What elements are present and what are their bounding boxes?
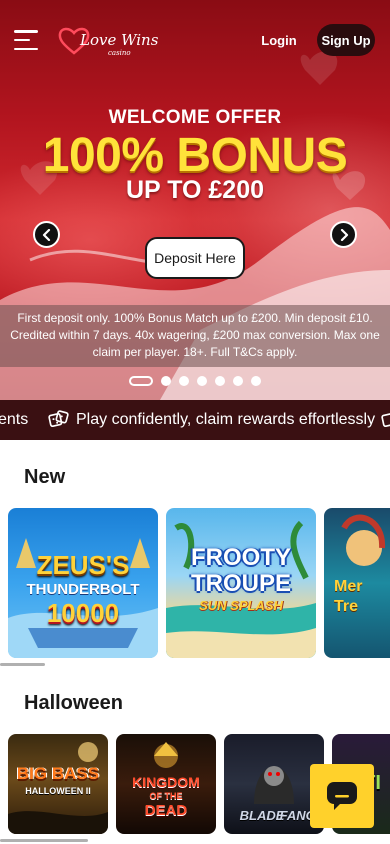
- carousel-dot-3[interactable]: [179, 376, 189, 386]
- login-button[interactable]: Login: [258, 28, 300, 52]
- halloween-row-scrollbar[interactable]: [0, 839, 88, 842]
- game-title-line: HALLOWEEN II: [25, 786, 91, 796]
- chevron-right-icon: [340, 228, 348, 241]
- menu-icon[interactable]: [14, 30, 38, 50]
- new-row-scrollbar[interactable]: [0, 663, 45, 666]
- live-chat-button[interactable]: [310, 764, 374, 828]
- offer-amount: UP TO £200: [125, 176, 265, 204]
- carousel-next-button[interactable]: [330, 221, 357, 248]
- offer-bonus: 100% BONUS: [42, 129, 348, 182]
- game-title-line: DEAD: [144, 802, 188, 819]
- game-title-line: ZEUS'S: [36, 550, 130, 580]
- carousel-prev-button[interactable]: [33, 221, 60, 248]
- game-title-line: 10000: [46, 598, 120, 628]
- site-logo[interactable]: Love Wins casino: [58, 22, 158, 62]
- carousel-dot-5[interactable]: [215, 376, 225, 386]
- offer-terms: First deposit only. 100% Bonus Match up …: [0, 305, 390, 367]
- ticker-item: [381, 400, 390, 440]
- promo-ticker: ents Play confidently, claim rewards eff…: [0, 400, 390, 440]
- game-art: [8, 742, 108, 834]
- offer-heading: WELCOME OFFER: [108, 107, 282, 128]
- new-games-row[interactable]: ZEUS'S THUNDERBOLT 10000 FROOTY TROUPE S…: [0, 508, 390, 668]
- game-title-line: THUNDERBOLT: [26, 581, 140, 598]
- logo-text: Love Wins: [80, 31, 159, 49]
- ticker-item: ents: [0, 411, 29, 428]
- ticker-text: Play confidently, claim rewards effortle…: [76, 411, 376, 428]
- game-title-line: FROOTY: [191, 544, 291, 571]
- carousel-pagination: [129, 376, 261, 386]
- game-tile-mermaid-treasure[interactable]: Mer Tre: [324, 508, 390, 658]
- game-tile-blade-and-fangs[interactable]: BLADE FANGS: [224, 734, 324, 834]
- game-title-line: BIG BASS: [16, 764, 100, 783]
- chevron-left-icon: [42, 228, 50, 241]
- game-title-line: Mer: [334, 578, 363, 595]
- game-tile-frooty-troupe[interactable]: FROOTY TROUPE SUN SPLASH: [166, 508, 316, 658]
- carousel-dot-4[interactable]: [197, 376, 207, 386]
- ticker-item: Play confidently, claim rewards effortle…: [48, 400, 375, 440]
- signup-button[interactable]: Sign Up: [317, 24, 375, 56]
- carousel-dot-1[interactable]: [129, 376, 153, 386]
- game-tile-zeus-thunderbolt[interactable]: ZEUS'S THUNDERBOLT 10000: [8, 508, 158, 658]
- game-tile-kingdom-of-the-dead[interactable]: KINGDOM OF THE DEAD: [116, 734, 216, 834]
- top-header: Love Wins casino Login Sign Up: [0, 0, 390, 84]
- carousel-dot-7[interactable]: [251, 376, 261, 386]
- logo-subtext: casino: [108, 49, 131, 57]
- page: WELCOME OFFER 100% BONUS UP TO £200 Depo…: [0, 0, 390, 844]
- chat-icon: [327, 782, 357, 810]
- dice-icon: [48, 410, 69, 428]
- section-title-new: New: [24, 466, 66, 488]
- carousel-dot-2[interactable]: [161, 376, 171, 386]
- carousel-dot-6[interactable]: [233, 376, 243, 386]
- game-title-line: TROUPE: [190, 570, 291, 597]
- game-title-line: OF THE: [149, 791, 183, 801]
- game-tile-big-bass-halloween[interactable]: BIG BASS HALLOWEEN II: [8, 734, 108, 834]
- section-title-halloween: Halloween: [24, 692, 123, 714]
- game-title-line: SUN SPLASH: [199, 598, 283, 613]
- dice-icon: [381, 412, 390, 428]
- game-title-line: Tre: [334, 598, 359, 615]
- game-title-line: KINGDOM: [132, 774, 200, 790]
- deposit-button[interactable]: Deposit Here: [145, 237, 245, 279]
